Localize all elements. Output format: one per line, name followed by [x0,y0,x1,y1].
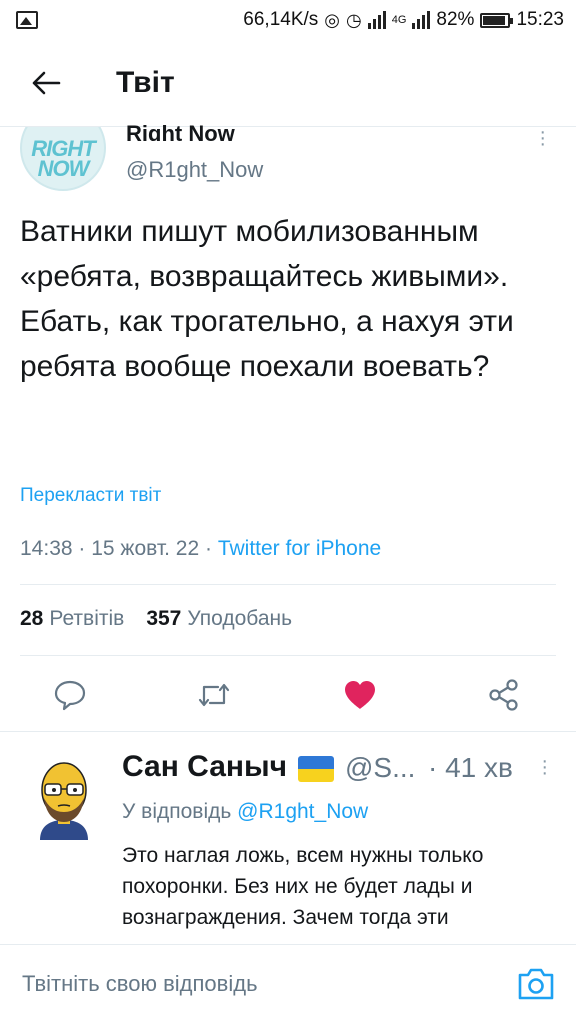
battery-icon [480,12,514,28]
compose-bar: Твітніть свою відповідь [0,944,576,1024]
likes-label: Уподобань [187,607,293,630]
camera-button[interactable] [516,967,556,1001]
network-speed: 66,14K/s [243,9,319,30]
author-name[interactable]: Right Now [126,121,235,141]
signal-icon [367,11,386,29]
retweets-stat[interactable]: 28 Ретвітів [20,607,124,631]
likes-count: 357 [146,607,182,630]
avatar-logo-text: RIGHT NOW [31,136,95,181]
reply-input[interactable]: Твітніть свою відповідь [22,971,258,997]
battery-percent: 82% [436,9,475,30]
tweet-text: Ватники пишут мобилизованным «ребята, во… [20,215,514,383]
cartoon-avatar-icon [40,762,88,840]
divider [20,655,556,656]
status-bar: 66,14K/s ◎ ◷ 4G 82% 15:23 [0,0,576,40]
retweets-count: 28 [20,607,44,630]
share-icon [489,679,518,711]
page-title: Твіт [116,66,175,99]
reply-icon [54,680,86,711]
reply-timestamp: · 41 хв [428,752,513,783]
hotspot-icon: ◎ [324,9,341,30]
reply-text: Это наглая ложь, всем нужны только похор… [122,844,484,929]
like-button[interactable] [340,675,380,715]
arrow-left-icon [32,71,61,95]
more-options-icon[interactable]: · · · [539,122,546,154]
camera-icon [518,968,554,1000]
likes-stat[interactable]: 357 Уподобань [146,607,292,631]
app-header: Твіт [0,40,576,126]
author-avatar[interactable]: RIGHT NOW [20,127,106,191]
clock: 15:23 [516,9,564,30]
reply-button[interactable] [50,675,90,715]
reply-author-name[interactable]: Сан Саныч [122,750,287,784]
retweets-label: Ретвітів [49,607,125,630]
alarm-icon: ◷ [346,9,362,30]
reply-avatar[interactable] [32,760,96,840]
replying-to-mention[interactable]: @R1ght_Now [237,800,368,823]
reply-author-handle[interactable]: @S... [345,752,415,784]
tweet-timestamp: 14:38 · 15 жовт. 22 · [20,537,218,560]
ukraine-flag-icon [298,756,334,782]
tweet-stats: 28 Ретвітів 357 Уподобань [20,607,292,631]
image-notification-icon [16,11,38,29]
divider [20,584,556,585]
share-button[interactable] [484,675,524,715]
divider [0,731,576,732]
signal-icon-2 [412,11,431,29]
tweet-actions [0,669,576,723]
heart-filled-icon [345,681,375,709]
tweet-meta: 14:38 · 15 жовт. 22 · Twitter for iPhone [20,537,381,561]
network-type: 4G [391,14,407,26]
retweet-icon [198,683,230,707]
reply-more-options-icon[interactable]: · · · [541,751,548,783]
back-button[interactable] [16,53,76,113]
author-handle[interactable]: @R1ght_Now [126,157,263,183]
retweet-button[interactable] [194,675,234,715]
replying-prefix: У відповідь [122,800,238,823]
replying-to: У відповідь @R1ght_Now [122,800,368,824]
tweet-source-link[interactable]: Twitter for iPhone [218,537,381,560]
translate-tweet-link[interactable]: Перекласти твіт [20,485,161,507]
